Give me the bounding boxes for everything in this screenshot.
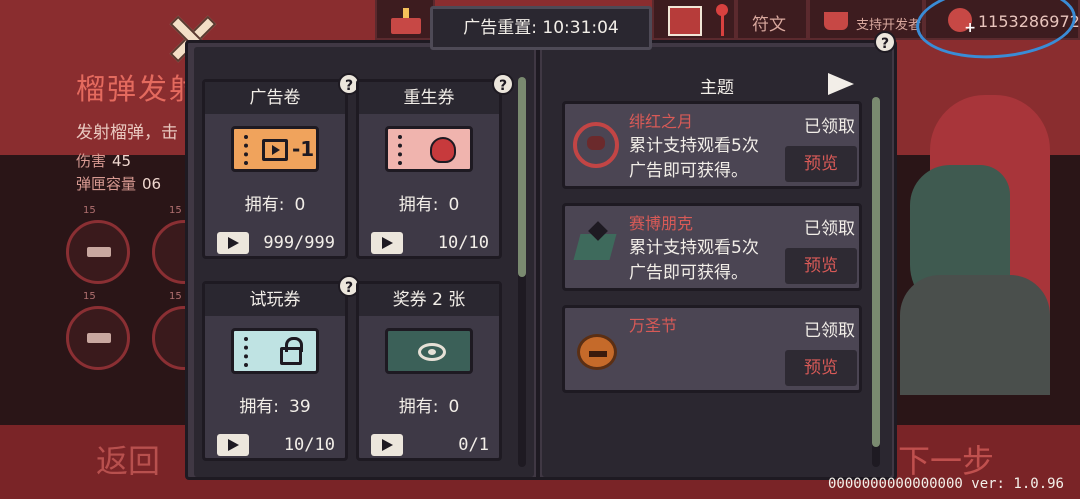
stat-damage: 伤害 45 [76,152,132,170]
ad-progress: 10/10 [437,233,489,253]
themes-scrollbar[interactable] [872,97,880,467]
stat-magazine: 弹匣容量 06 [76,175,162,193]
owned-count: 拥有: 0 [398,195,460,215]
pumpkin-icon [577,334,617,370]
owned-count: 拥有: 39 [239,397,311,417]
tickets-scrollbar[interactable] [518,77,526,467]
coffee-cup-icon [824,12,848,30]
watch-ad-row[interactable]: 10/10 [359,228,499,258]
theme-status: 已领取 [804,321,855,341]
next-arrow-icon[interactable] [828,73,854,95]
help-icon[interactable]: ? [492,73,514,95]
ticket-card-rebirth[interactable]: 重生券 拥有: 0 10/10 [356,79,502,259]
play-video-icon[interactable] [371,232,403,254]
pane-divider [536,47,540,477]
theme-name: 绯红之月 [629,112,694,131]
theme-card-crimson-moon: 绯红之月 累计支持观看5次 广告即可获得。 已领取 预览 [562,101,862,189]
ticket-card-reward[interactable]: 奖券 2 张 拥有: 0 0/1 [356,281,502,461]
birthday-button[interactable] [375,0,435,40]
character-cloak [900,275,1050,395]
cyberpunk-icon [573,224,619,270]
ticket-title: 试玩券 [205,284,345,316]
watch-ad-row[interactable]: 999/999 [205,228,345,258]
ticket-title: 广告卷 [205,82,345,114]
ticket-title: 重生券 [359,82,499,114]
preview-button[interactable]: 预览 [785,248,857,284]
weapon-description: 发射榴弹，击 [76,123,178,143]
ticket-modal: 广告卷 -1 拥有: 0 999/999 ? 重生券 拥有: 0 10/10 ? 试… [185,31,897,480]
ad-progress: 10/10 [283,435,335,455]
runes-button[interactable]: 符文 [736,0,808,40]
theme-card-halloween: 万圣节 已领取 预览 [562,305,862,393]
character-portrait [900,95,1060,395]
theme-description: 累计支持观看5次 广告即可获得。 [629,136,759,181]
watch-ad-row[interactable]: 10/10 [205,430,345,460]
upgrade-slot[interactable]: 15 [66,205,130,284]
themes-pane: 主题 ? 绯红之月 累计支持观看5次 广告即可获得。 已领取 预览 赛博朋克 累计… [542,31,896,477]
owned-count: 拥有: 0 [244,195,306,215]
gift-icon [668,6,702,36]
ad-reset-timer: 广告重置: 10:31:04 [430,6,652,50]
video-play-icon [262,139,288,161]
play-video-icon[interactable] [371,434,403,456]
preview-button[interactable]: 预览 [785,146,857,182]
ad-progress: 999/999 [263,233,335,253]
theme-name: 赛博朋克 [629,214,694,233]
watch-ad-row[interactable]: 0/1 [359,430,499,460]
scrollbar-thumb[interactable] [518,77,526,277]
theme-card-cyberpunk: 赛博朋克 累计支持观看5次 广告即可获得。 已领取 预览 [562,203,862,291]
help-icon[interactable]: ? [874,31,896,53]
play-video-icon[interactable] [217,232,249,254]
owned-count: 拥有: 0 [398,397,460,417]
ticket-card-trial[interactable]: 试玩券 拥有: 39 10/10 [202,281,348,461]
play-video-icon[interactable] [217,434,249,456]
weapon-title: 榴弹发射 [76,72,201,106]
weapon-icon [87,333,111,343]
heart-icon [385,126,473,172]
tickets-pane: 广告卷 -1 拥有: 0 999/999 ? 重生券 拥有: 0 10/10 ? 试… [194,47,534,477]
ticket-title: 奖券 2 张 [359,284,499,316]
back-button[interactable]: 返回 [96,436,160,482]
lock-icon [231,328,319,374]
theme-description: 累计支持观看5次 广告即可获得。 [629,238,759,283]
version-label: 0000000000000000 ver: 1.0.96 [827,476,1064,492]
weapon-icon [87,247,111,257]
ad-ticket-icon: -1 [231,126,319,172]
cake-icon [391,6,421,34]
ad-progress: 0/1 [458,435,489,455]
ticket-card-ad[interactable]: 广告卷 -1 拥有: 0 999/999 [202,79,348,259]
crimson-moon-icon [573,122,619,168]
theme-name: 万圣节 [629,316,678,335]
theme-status: 已领取 [804,117,855,137]
theme-status: 已领取 [804,219,855,239]
scrollbar-thumb[interactable] [872,97,880,447]
eye-ticket-icon [385,328,473,374]
preview-button[interactable]: 预览 [785,350,857,386]
upgrade-slot[interactable]: 15 [66,291,130,370]
